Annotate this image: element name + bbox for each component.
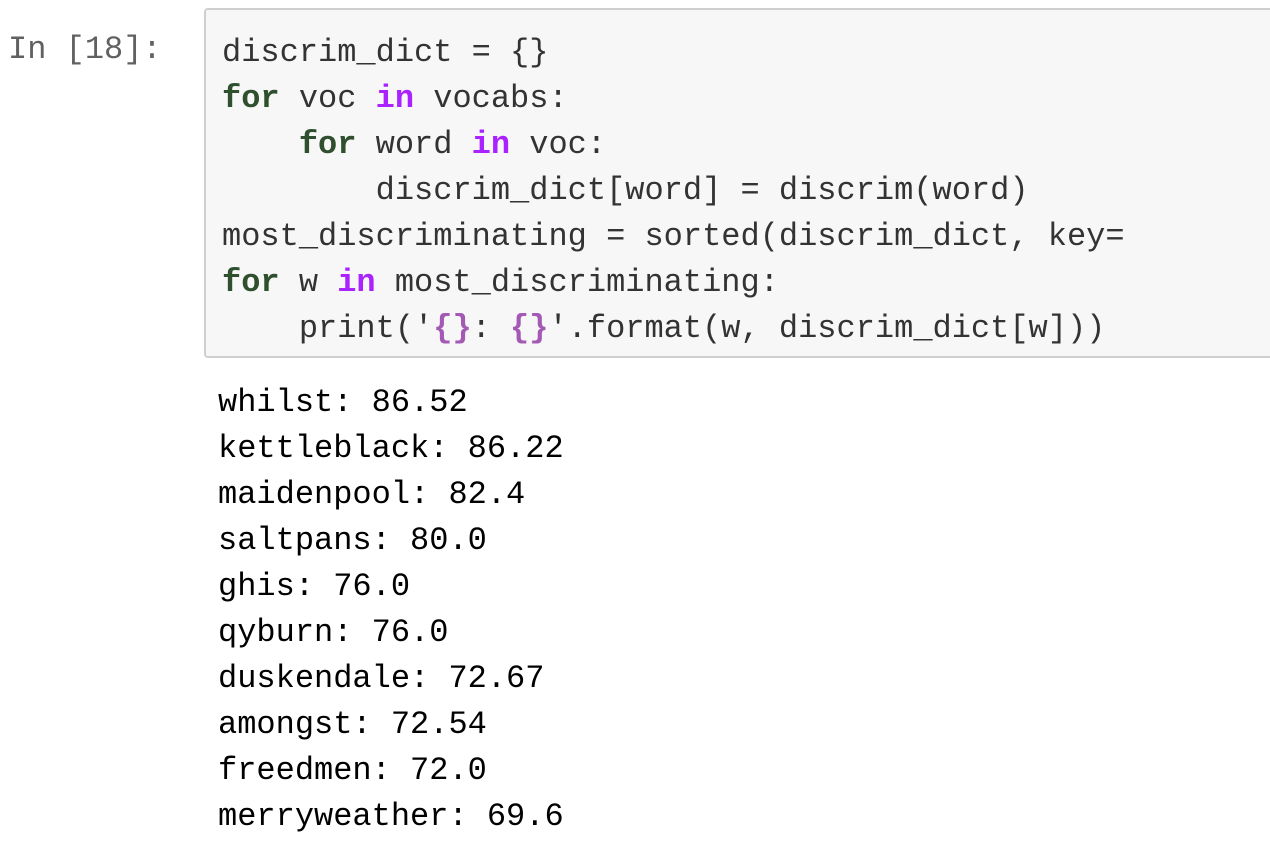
code-token: : <box>471 310 511 347</box>
code-line: discrim_dict[word] = discrim(word) <box>222 168 1125 214</box>
output-line: saltpans: 80.0 <box>218 522 487 559</box>
code-token-str-br: {} <box>433 310 472 347</box>
code-token: word <box>356 126 472 163</box>
output-line: whilst: 86.52 <box>218 384 468 421</box>
code-token-kw-green: for <box>222 264 280 301</box>
code-line: for w in most_discriminating: <box>222 260 1125 306</box>
code-token-op-in: in <box>337 264 376 301</box>
code-cell-input[interactable]: discrim_dict = {} for voc in vocabs: for … <box>204 8 1270 358</box>
output-line: amongst: 72.54 <box>218 706 487 743</box>
code-token: most_discriminating: <box>375 264 779 301</box>
output-line: qyburn: 76.0 <box>218 614 449 651</box>
output-line: merryweather: 69.6 <box>218 798 564 835</box>
output-line: maidenpool: 82.4 <box>218 476 526 513</box>
code-token: most_discriminating = sorted(discrim_dic… <box>222 218 1125 255</box>
code-token-kw-green: for <box>298 126 357 163</box>
code-token: voc <box>279 80 376 117</box>
code-token: '.format(w, discrim_dict[w])) <box>548 310 1106 347</box>
output-line: ghis: 76.0 <box>218 568 411 605</box>
code-token: discrim_dict = {} <box>222 34 549 71</box>
code-token-op-in: in <box>471 126 511 163</box>
input-prompt: In [18]: <box>8 31 162 68</box>
code-token-op-in: in <box>375 80 415 117</box>
output-line: freedmen: 72.0 <box>218 752 487 789</box>
code-line: for word in voc: <box>222 122 1125 168</box>
code-token: vocabs: <box>414 80 568 117</box>
code-token: discrim_dict[word] = discrim(word) <box>222 172 1029 209</box>
output-line: duskendale: 72.67 <box>218 660 545 697</box>
output-line: kettleblack: 86.22 <box>218 430 564 467</box>
code-token: w <box>279 264 338 301</box>
code-token: print(' <box>222 310 434 347</box>
code-editor[interactable]: discrim_dict = {} for voc in vocabs: for … <box>222 30 1125 352</box>
code-token: voc: <box>510 126 607 163</box>
code-line: discrim_dict = {} <box>222 30 1125 76</box>
code-token-kw-green: for <box>222 80 280 117</box>
cell-output: whilst: 86.52 kettleblack: 86.22 maidenpoo… <box>218 380 564 840</box>
code-token-str-br: {} <box>510 310 549 347</box>
code-line: for voc in vocabs: <box>222 76 1125 122</box>
code-line: print('{}: {}'.format(w, discrim_dict[w]… <box>222 306 1125 352</box>
code-line: most_discriminating = sorted(discrim_dic… <box>222 214 1125 260</box>
